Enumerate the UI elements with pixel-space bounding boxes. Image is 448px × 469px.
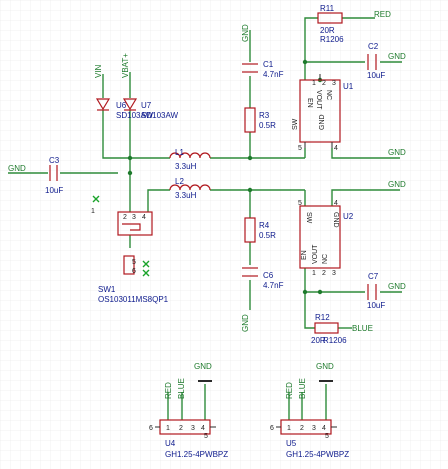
net-label-blue-u5: BLUE xyxy=(298,378,307,399)
u5-pinnum-6: 6 xyxy=(270,425,274,432)
net-label-blue-u4: BLUE xyxy=(177,378,186,399)
l2-ref: L2 xyxy=(175,177,184,186)
net-label-gnd-c1: GND xyxy=(241,24,250,42)
c2-ref: C2 xyxy=(368,42,379,51)
u2-pin-sw: SW xyxy=(305,212,312,224)
net-label-red-top: RED xyxy=(374,10,391,19)
net-label-gnd-c6: GND xyxy=(241,314,250,332)
sw1-pinnum-5: 5 xyxy=(132,259,136,266)
r4-ref: R4 xyxy=(259,221,270,230)
net-label-gnd-u2: GND xyxy=(388,180,406,189)
u5-pinnum-4: 4 xyxy=(322,425,326,432)
sw1-pinnum-6: 6 xyxy=(132,268,136,275)
r3-ref: R3 xyxy=(259,111,270,120)
sw1-pinnum-2: 2 xyxy=(123,214,127,221)
c7-ref: C7 xyxy=(368,272,379,281)
u5-pinnum-5: 5 xyxy=(325,433,329,440)
u1-pinnum-4: 4 xyxy=(334,145,338,152)
u7-ref: U7 xyxy=(141,101,152,110)
c6-value: 4.7nF xyxy=(263,281,284,290)
u1-pin-en: EN xyxy=(306,98,313,108)
u5-pinnum-2: 2 xyxy=(300,425,304,432)
c1-value: 4.7nF xyxy=(263,70,284,79)
u2-pinnum-2: 2 xyxy=(322,270,326,277)
r11-package: R1206 xyxy=(320,35,344,44)
c2-value: 10uF xyxy=(367,71,385,80)
u4-pinnum-5: 5 xyxy=(204,433,208,440)
sw1-pinnum-1: 1 xyxy=(91,208,95,215)
u1-pinnum-3: 3 xyxy=(332,80,336,87)
u2-pin-nc: NC xyxy=(322,254,329,264)
u5-value: GH1.25-4PWBPZ xyxy=(286,450,349,459)
net-label-red-u4: RED xyxy=(164,382,173,399)
u1-pin-gnd: GND xyxy=(319,114,326,130)
c3-value: 10uF xyxy=(45,186,63,195)
net-label-blue-bottom: BLUE xyxy=(352,324,373,333)
net-label-gnd-c3: GND xyxy=(8,164,26,173)
net-label-gnd-u1: GND xyxy=(388,148,406,157)
u1-pinnum-1: 1 xyxy=(312,80,316,87)
net-label-vin: VIN xyxy=(94,64,103,78)
u6-ref: U6 xyxy=(116,101,127,110)
u4-pinnum-1: 1 xyxy=(166,425,170,432)
r4-value: 0.5R xyxy=(259,231,276,240)
net-label-red-u5: RED xyxy=(285,382,294,399)
u2-pin-en: EN xyxy=(301,250,308,260)
u4-pinnum-2: 2 xyxy=(179,425,183,432)
u5-pinnum-1: 1 xyxy=(287,425,291,432)
r11-ref: R11 xyxy=(320,4,335,13)
u2-pinnum-3: 3 xyxy=(332,270,336,277)
net-label-gnd-c2: GND xyxy=(388,52,406,61)
l1-value: 3.3uH xyxy=(175,162,197,171)
net-label-gnd-u5: GND xyxy=(316,362,334,371)
u4-value: GH1.25-4PWBPZ xyxy=(165,450,228,459)
u7-value: SD103AW xyxy=(141,111,179,120)
l1-ref: L1 xyxy=(175,148,184,157)
u2-pinnum-1: 1 xyxy=(312,270,316,277)
c3-ref: C3 xyxy=(49,156,60,165)
u1-pinnum-2: 2 xyxy=(322,80,326,87)
sw1-ref: SW1 xyxy=(98,285,116,294)
net-label-vbat: VBAT+ xyxy=(121,53,130,78)
l2-value: 3.3uH xyxy=(175,191,197,200)
u4-pinnum-3: 3 xyxy=(191,425,195,432)
c7-value: 10uF xyxy=(367,301,385,310)
u4-pinnum-4: 4 xyxy=(201,425,205,432)
r3-value: 0.5R xyxy=(259,121,276,130)
u2-pinnum-4: 4 xyxy=(334,200,338,207)
net-label-gnd-c7: GND xyxy=(388,282,406,291)
u1-pin-nc: NC xyxy=(325,90,332,100)
u4-pinnum-6: 6 xyxy=(149,425,153,432)
schematic-canvas: GND VIN VBAT+ GND RED GND GND GND GND GN… xyxy=(0,0,448,469)
u1-pin-vout: VOUT xyxy=(315,90,322,110)
sw1-pinnum-3: 3 xyxy=(132,214,136,221)
gnd-bar-u5 xyxy=(319,380,333,382)
u2-pin-vout: VOUT xyxy=(312,244,319,264)
r12-ref: R12 xyxy=(315,313,330,322)
u1-pin-sw: SW xyxy=(292,118,299,130)
c1-ref: C1 xyxy=(263,60,274,69)
r11-value: 20R xyxy=(320,26,335,35)
u2-pin-gnd: GND xyxy=(332,212,339,228)
u5-ref: U5 xyxy=(286,439,297,448)
gnd-bar-u4 xyxy=(198,380,212,382)
u2-pinnum-5: 5 xyxy=(298,200,302,207)
u5-pinnum-3: 3 xyxy=(312,425,316,432)
sw1-value: OS103011MS8QP1 xyxy=(98,295,169,304)
u1-ref: U1 xyxy=(343,82,354,91)
c6-ref: C6 xyxy=(263,271,274,280)
u2-ref: U2 xyxy=(343,212,354,221)
u1-pinnum-5: 5 xyxy=(298,145,302,152)
net-label-gnd-u4: GND xyxy=(194,362,212,371)
r12-package: R1206 xyxy=(323,336,347,345)
sw1-pinnum-4: 4 xyxy=(142,214,146,221)
u4-ref: U4 xyxy=(165,439,176,448)
